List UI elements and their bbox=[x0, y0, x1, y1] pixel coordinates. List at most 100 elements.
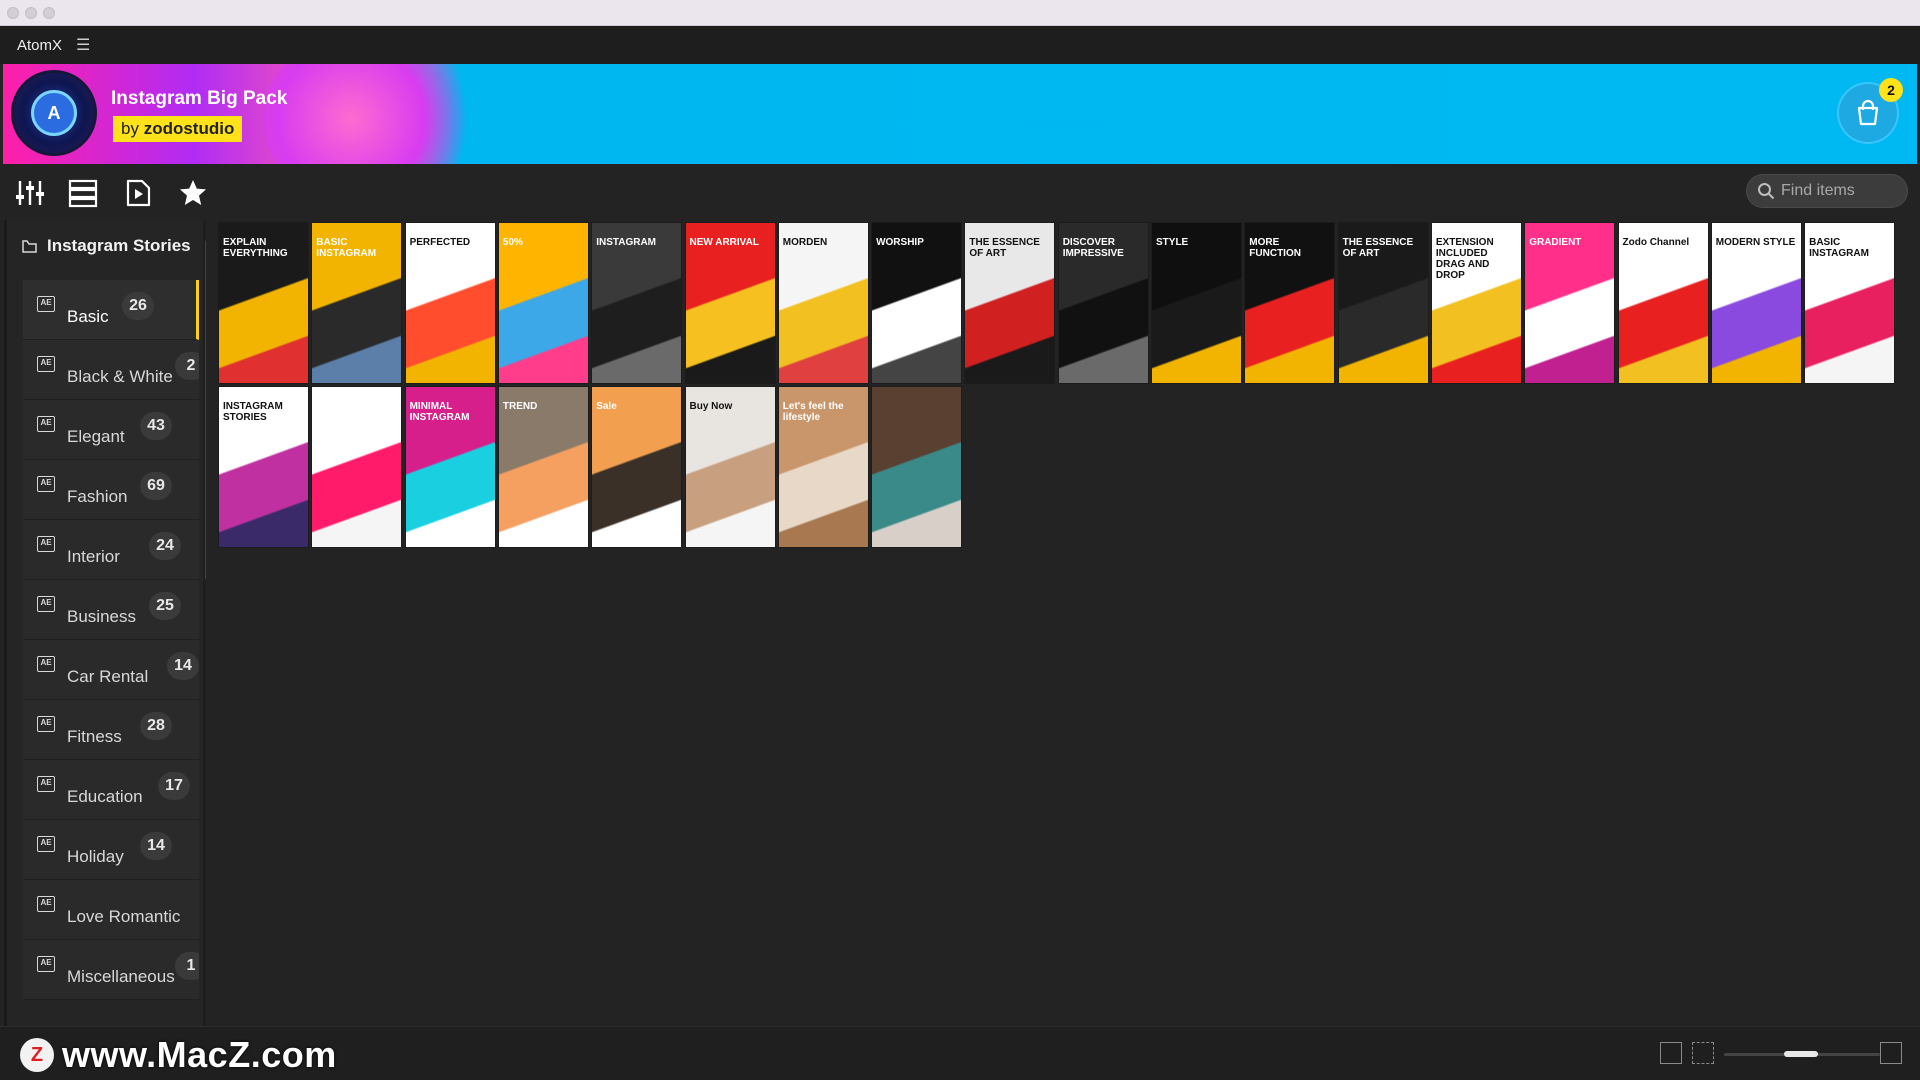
ae-file-icon: AE bbox=[37, 896, 55, 912]
ae-file-icon: AE bbox=[37, 536, 55, 552]
template-thumbnail[interactable]: THE ESSENCE OF ART bbox=[964, 222, 1056, 384]
sliders-icon bbox=[16, 181, 44, 205]
sidebar-header[interactable]: Instagram Stories bbox=[21, 236, 191, 256]
ae-file-icon: AE bbox=[37, 296, 55, 312]
sidebar-item-business[interactable]: AE Business 25 bbox=[23, 580, 199, 640]
sidebar-item-car-rental[interactable]: AE Car Rental 14 bbox=[23, 640, 199, 700]
template-thumbnail[interactable]: Let's feel the lifestyle bbox=[777, 386, 869, 548]
fit-icon[interactable] bbox=[1692, 1042, 1714, 1064]
template-thumbnail[interactable]: Sale bbox=[591, 386, 683, 548]
banner-decoration bbox=[263, 64, 483, 164]
sidebar-item-label: Love Romantic bbox=[67, 907, 181, 926]
template-thumbnail[interactable]: NEW ARRIVAL bbox=[684, 222, 776, 384]
ae-file-icon: AE bbox=[37, 956, 55, 972]
template-thumbnail[interactable]: INSTAGRAM bbox=[591, 222, 683, 384]
template-thumbnail-title: Let's feel the lifestyle bbox=[782, 401, 844, 423]
sidebar-item-label: Education bbox=[67, 787, 143, 806]
sidebar-item-count: 25 bbox=[149, 592, 181, 620]
close-window-button[interactable] bbox=[7, 7, 19, 19]
template-thumbnail-title: MORDEN bbox=[782, 237, 828, 248]
template-thumbnail-title: PERFECTED bbox=[409, 237, 471, 248]
slider-knob[interactable] bbox=[1784, 1051, 1818, 1057]
template-thumbnail[interactable]: TREND bbox=[497, 386, 589, 548]
sidebar-item-fashion[interactable]: AE Fashion 69 bbox=[23, 460, 199, 520]
sidebar-item-black-white[interactable]: AE Black & White 2 bbox=[23, 340, 199, 400]
sidebar-item-elegant[interactable]: AE Elegant 43 bbox=[23, 400, 199, 460]
list-view-button[interactable] bbox=[66, 176, 100, 210]
template-thumbnail[interactable]: BASIC INSTAGRAM bbox=[311, 222, 403, 384]
list-view-icon bbox=[68, 179, 98, 208]
template-thumbnail[interactable]: INSTAGRAM STORIES bbox=[218, 386, 309, 548]
pack-banner: A Instagram Big Pack by zodostudio 2 bbox=[3, 64, 1917, 164]
template-thumbnail-title: INSTAGRAM STORIES bbox=[223, 401, 283, 423]
template-thumbnail[interactable] bbox=[311, 386, 403, 548]
template-thumbnail[interactable]: WORSHIP bbox=[871, 222, 963, 384]
filters-button[interactable] bbox=[13, 176, 47, 210]
template-thumbnail-title: THE ESSENCE OF ART bbox=[1342, 237, 1414, 259]
expand-icon[interactable] bbox=[1660, 1042, 1682, 1064]
template-thumbnail[interactable]: GRADIENT bbox=[1524, 222, 1616, 384]
sidebar-item-label: Fashion bbox=[67, 487, 128, 506]
template-thumbnail-title: Buy Now bbox=[689, 401, 733, 412]
template-thumbnail-title: WORSHIP bbox=[876, 237, 924, 248]
sidebar-item-count: 26 bbox=[122, 292, 154, 320]
search-input[interactable] bbox=[1781, 182, 1901, 200]
template-thumbnail-title: Zodo Channel bbox=[1622, 237, 1690, 248]
atomx-logo: A bbox=[11, 70, 97, 156]
sidebar-item-education[interactable]: AE Education 17 bbox=[23, 760, 199, 820]
ae-file-icon: AE bbox=[37, 416, 55, 432]
favorites-button[interactable] bbox=[176, 176, 210, 210]
ae-file-icon: AE bbox=[37, 356, 55, 372]
sidebar-item-fitness[interactable]: AE Fitness 28 bbox=[23, 700, 199, 760]
sidebar-item-label: Interior bbox=[67, 547, 120, 566]
fullscreen-icon[interactable] bbox=[1880, 1042, 1902, 1064]
template-thumbnail[interactable]: DISCOVER IMPRESSIVE bbox=[1057, 222, 1149, 384]
sidebar-item-holiday[interactable]: AE Holiday 14 bbox=[23, 820, 199, 880]
search-box[interactable] bbox=[1746, 174, 1908, 208]
template-thumbnail[interactable]: 50% bbox=[497, 222, 589, 384]
template-thumbnail-title: EXTENSION INCLUDED DRAG AND DROP bbox=[1435, 237, 1494, 281]
sidebar-scrollbar-thumb[interactable] bbox=[205, 240, 206, 580]
template-thumbnail[interactable]: STYLE bbox=[1151, 222, 1242, 384]
sidebar-item-love-romantic[interactable]: AE Love Romantic bbox=[23, 880, 199, 940]
minimize-window-button[interactable] bbox=[25, 7, 37, 19]
search-icon bbox=[1758, 183, 1775, 200]
pack-author-badge[interactable]: by zodostudio bbox=[113, 116, 243, 142]
template-thumbnail-title: DISCOVER IMPRESSIVE bbox=[1062, 237, 1124, 259]
template-thumbnail[interactable]: PERFECTED bbox=[404, 222, 496, 384]
template-thumbnail-title: BASIC INSTAGRAM bbox=[316, 237, 377, 259]
template-thumbnail[interactable] bbox=[871, 386, 963, 548]
template-thumbnail-title: NEW ARRIVAL bbox=[689, 237, 759, 248]
template-thumbnail[interactable]: MORDEN bbox=[777, 222, 869, 384]
sidebar-item-miscellaneous[interactable]: AE Miscellaneous 1 bbox=[23, 940, 199, 1000]
sidebar-item-count: 1 bbox=[175, 952, 199, 980]
template-thumbnail[interactable]: MODERN STYLE bbox=[1710, 222, 1802, 384]
sidebar-item-count: 28 bbox=[140, 712, 172, 740]
watermark-text: www.MacZ.com bbox=[62, 1034, 337, 1075]
watermark-logo-icon: Z bbox=[20, 1038, 54, 1072]
template-thumbnail[interactable]: THE ESSENCE OF ART bbox=[1337, 222, 1429, 384]
sidebar-item-count: 14 bbox=[167, 652, 199, 680]
sidebar-item-basic[interactable]: AE Basic 26 bbox=[23, 280, 199, 340]
template-thumbnail[interactable]: BASIC INSTAGRAM bbox=[1804, 222, 1896, 384]
template-thumbnail[interactable]: EXTENSION INCLUDED DRAG AND DROP bbox=[1430, 222, 1522, 384]
thumbnail-size-slider[interactable] bbox=[1724, 1051, 1880, 1057]
cart-button[interactable]: 2 bbox=[1837, 78, 1903, 144]
sidebar-item-label: Car Rental bbox=[67, 667, 149, 686]
template-thumbnail-title: Sale bbox=[596, 401, 617, 412]
template-thumbnail[interactable]: MINIMAL INSTAGRAM bbox=[404, 386, 496, 548]
template-thumbnail[interactable]: Zodo Channel bbox=[1617, 222, 1709, 384]
template-thumbnail-title: THE ESSENCE OF ART bbox=[969, 237, 1040, 259]
zoom-window-button[interactable] bbox=[43, 7, 55, 19]
template-thumbnail[interactable]: MORE FUNCTION bbox=[1244, 222, 1336, 384]
hamburger-menu-icon[interactable]: ☰ bbox=[76, 35, 90, 55]
template-thumbnail[interactable]: Buy Now bbox=[684, 386, 776, 548]
template-thumbnail[interactable]: EXPLAIN EVERYTHING bbox=[218, 222, 309, 384]
category-list: AE Basic 26 AE Black & White 2 AE Elegant 43 AE Fa… bbox=[23, 280, 199, 1000]
preview-button[interactable] bbox=[121, 176, 155, 210]
category-sidebar: Instagram Stories AE Basic 26 AE Black & Whi… bbox=[4, 220, 206, 1026]
sidebar-item-interior[interactable]: AE Interior 24 bbox=[23, 520, 199, 580]
ae-file-icon: AE bbox=[37, 836, 55, 852]
sidebar-item-label: Fitness bbox=[67, 727, 122, 746]
template-thumbnail-title: BASIC INSTAGRAM bbox=[1809, 237, 1869, 259]
